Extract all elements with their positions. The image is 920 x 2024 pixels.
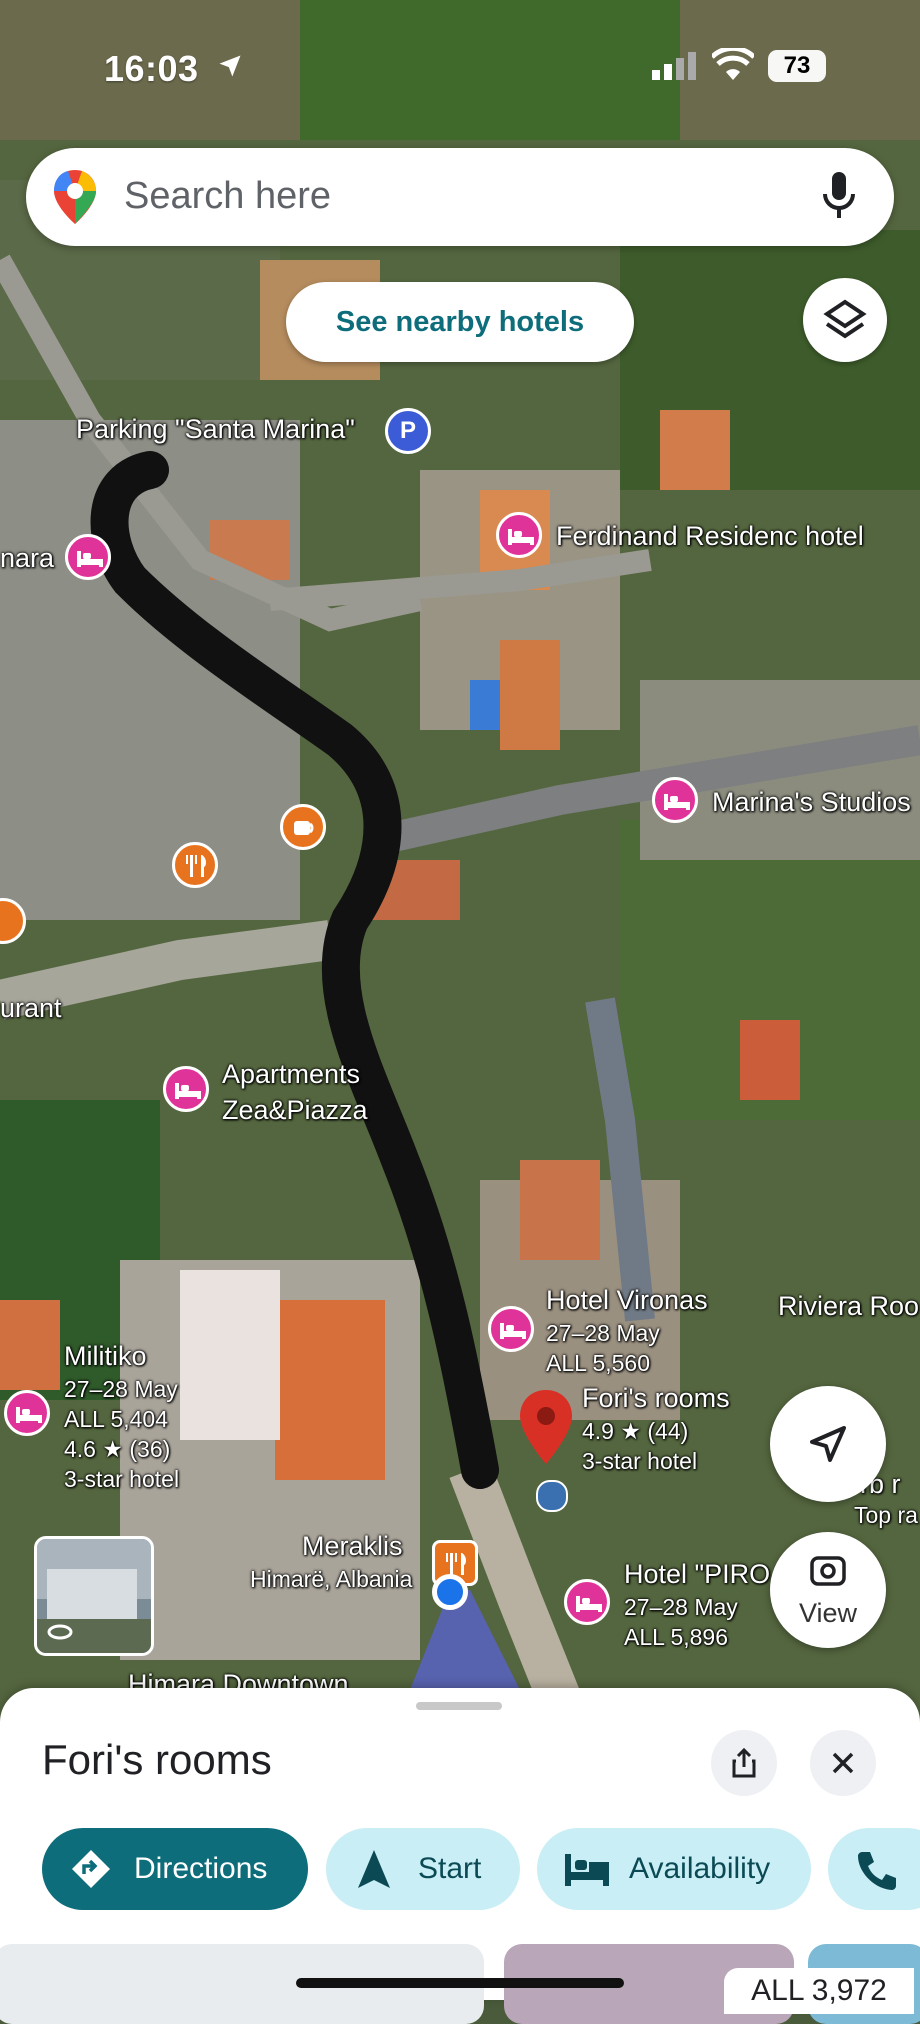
map-label-hotel-piro-dates: 27–28 May <box>624 1594 738 1620</box>
map-label-riviera[interactable]: Riviera Roo <box>778 1292 919 1321</box>
hotel-pin-vironas[interactable] <box>488 1306 534 1352</box>
share-icon <box>732 1747 756 1778</box>
close-icon <box>832 1752 854 1774</box>
bed-icon <box>175 1083 201 1099</box>
hotel-pin-apartments[interactable] <box>163 1066 209 1112</box>
map-label-militiko-dates: 27–28 May <box>64 1376 178 1402</box>
fork-knife-icon <box>446 1553 466 1575</box>
cell-signal-icon <box>652 52 696 80</box>
map-label-top-rated: Top ra <box>854 1502 918 1528</box>
search-input[interactable] <box>124 168 764 224</box>
status-bar: 16:03 73 <box>0 38 920 98</box>
home-indicator[interactable] <box>296 1978 624 1988</box>
bed-icon <box>16 1407 42 1423</box>
map-label-hotel-piro[interactable]: Hotel "PIRO <box>624 1560 770 1589</box>
parking-pin[interactable]: P <box>385 408 431 454</box>
map-label-apartments-1[interactable]: Apartments <box>222 1060 360 1089</box>
map-label-hotel-vironas-price: ALL 5,560 <box>546 1350 651 1376</box>
hotel-pin-militiko[interactable] <box>4 1390 50 1436</box>
availability-button[interactable]: Availability <box>537 1828 811 1910</box>
map-label-militiko[interactable]: Militiko <box>64 1342 147 1371</box>
coffee-cup-icon <box>294 821 314 835</box>
phone-icon <box>858 1852 896 1890</box>
map-label-urant[interactable]: urant <box>0 994 62 1023</box>
restaurant-pin[interactable] <box>172 842 218 888</box>
navigation-arrow-icon <box>810 1426 846 1462</box>
map-label-militiko-rating: 4.6 ★ (36) <box>64 1436 171 1462</box>
bed-icon <box>77 551 103 567</box>
close-button[interactable] <box>810 1730 876 1796</box>
start-label: Start <box>418 1852 482 1885</box>
bus-stop-icon[interactable] <box>536 1480 568 1512</box>
map-label-himare: Himarë, Albania <box>250 1566 413 1592</box>
bed-icon <box>576 1596 602 1612</box>
map-label-fori-rating: 4.9 ★ (44) <box>582 1418 689 1444</box>
hotel-pin-marinas-studios[interactable] <box>652 777 698 823</box>
view-label: View <box>798 1598 858 1628</box>
map-layers-button[interactable] <box>803 278 887 362</box>
location-arrow-icon <box>219 55 241 77</box>
availability-label: Availability <box>629 1852 771 1885</box>
wifi-icon <box>712 48 754 80</box>
navigation-start-icon <box>358 1850 390 1888</box>
street-view-button[interactable]: View <box>770 1532 886 1648</box>
directions-icon <box>72 1850 110 1888</box>
map-label-parking[interactable]: Parking "Santa Marina" <box>76 415 355 444</box>
map-label-militiko-class: 3-star hotel <box>64 1466 180 1492</box>
my-location-dot <box>432 1574 468 1610</box>
map-label-marinas-studios[interactable]: Marina's Studios <box>712 788 911 817</box>
start-button[interactable]: Start <box>326 1828 520 1910</box>
selected-place-pin-icon[interactable] <box>516 1388 576 1468</box>
price-badge: ALL 3,972 <box>724 1968 914 2014</box>
directions-button[interactable]: Directions <box>42 1828 308 1910</box>
map-label-ferdinand[interactable]: Ferdinand Residenc hotel <box>556 522 864 551</box>
search-bar[interactable] <box>26 148 894 246</box>
layers-icon <box>823 299 867 339</box>
map-label-hotel-vironas-dates: 27–28 May <box>546 1320 660 1346</box>
bed-icon <box>565 1854 609 1886</box>
map-label-hotel-vironas[interactable]: Hotel Vironas <box>546 1286 708 1315</box>
call-button[interactable] <box>828 1828 920 1910</box>
map-label-fori[interactable]: Fori's rooms <box>582 1384 730 1413</box>
directions-label: Directions <box>134 1852 268 1885</box>
place-title: Fori's rooms <box>42 1736 272 1783</box>
microphone-icon[interactable] <box>822 172 856 222</box>
bed-icon <box>500 1323 526 1339</box>
see-nearby-hotels-chip[interactable]: See nearby hotels <box>286 282 634 362</box>
hotel-pin-nara[interactable] <box>65 534 111 580</box>
bed-icon <box>664 794 690 810</box>
street-view-thumbnail[interactable] <box>34 1536 154 1656</box>
map-label-fori-class: 3-star hotel <box>582 1448 698 1474</box>
hotel-pin-piro[interactable] <box>564 1579 610 1625</box>
battery-indicator: 73 <box>768 50 826 82</box>
place-bottom-sheet[interactable]: Fori's rooms Directions Start Availabili… <box>0 1688 920 2024</box>
drag-handle[interactable] <box>416 1702 502 1710</box>
map-label-apartments-2[interactable]: Zea&Piazza <box>222 1096 368 1125</box>
rotate-360-icon <box>47 1624 73 1640</box>
bed-icon <box>508 529 534 545</box>
hotel-pin-ferdinand[interactable] <box>496 512 542 558</box>
map-label-nara[interactable]: nara <box>0 544 54 573</box>
google-maps-logo-icon <box>54 170 96 224</box>
camera-view-icon <box>810 1556 846 1586</box>
map-label-meraklis[interactable]: Meraklis <box>302 1532 403 1561</box>
share-button[interactable] <box>711 1730 777 1796</box>
cafe-pin[interactable] <box>280 804 326 850</box>
map-label-hotel-piro-price: ALL 5,896 <box>624 1624 729 1650</box>
clock: 16:03 <box>104 48 199 89</box>
fork-knife-icon <box>186 855 206 877</box>
map-label-militiko-price: ALL 5,404 <box>64 1406 169 1432</box>
my-location-button[interactable] <box>770 1386 886 1502</box>
